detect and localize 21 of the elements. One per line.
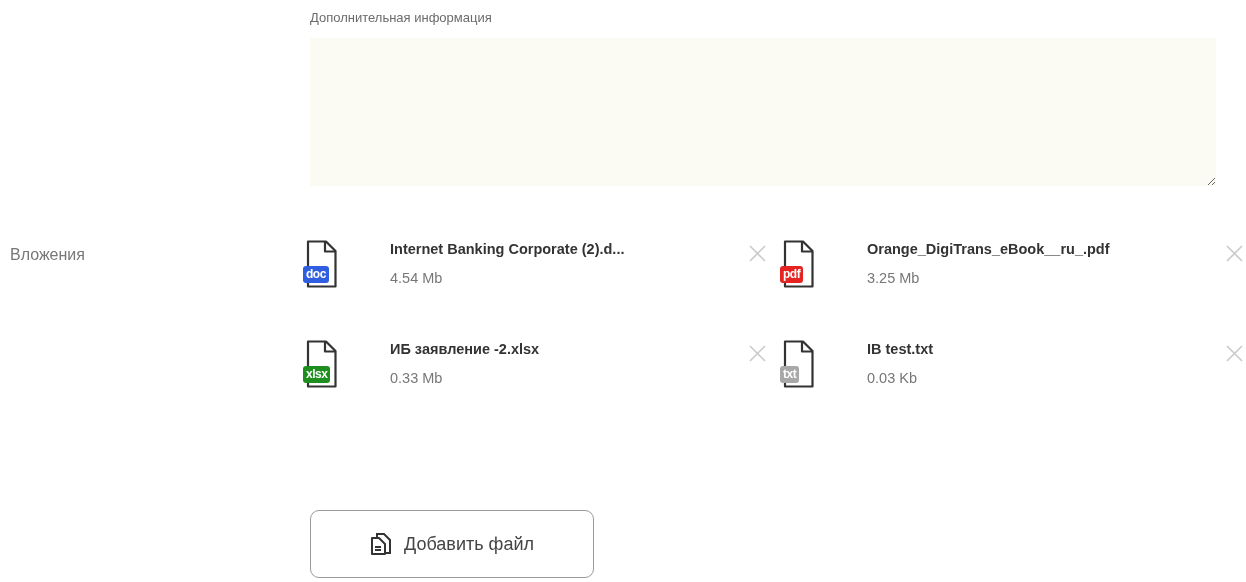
close-icon[interactable] [1226, 245, 1243, 262]
file-type-badge: doc [303, 266, 329, 283]
file-size: 4.54 Mb [390, 270, 443, 286]
add-file-button[interactable]: Добавить файл [310, 510, 594, 578]
file-type-badge: xlsx [303, 366, 331, 383]
file-type-badge: txt [780, 366, 800, 383]
close-icon[interactable] [1226, 345, 1243, 362]
file-name: Internet Banking Corporate (2).d... [390, 241, 625, 257]
file-size: 0.03 Kb [867, 370, 917, 386]
text-area[interactable] [310, 38, 1216, 186]
file-name: Orange_DigiTrans_eBook__ru_.pdf [867, 241, 1110, 257]
file-name: ИБ заявление -2.xlsx [390, 341, 540, 357]
file-name: IB test.txt [867, 341, 934, 357]
section-label: Вложения [10, 246, 85, 263]
close-icon[interactable] [749, 245, 766, 262]
files-icon [370, 532, 393, 556]
field-label: Дополнительная информация [310, 10, 492, 25]
file-size: 0.33 Mb [390, 370, 443, 386]
file-type-badge: pdf [780, 266, 804, 283]
file-size: 3.25 Mb [867, 270, 920, 286]
close-icon[interactable] [749, 345, 766, 362]
